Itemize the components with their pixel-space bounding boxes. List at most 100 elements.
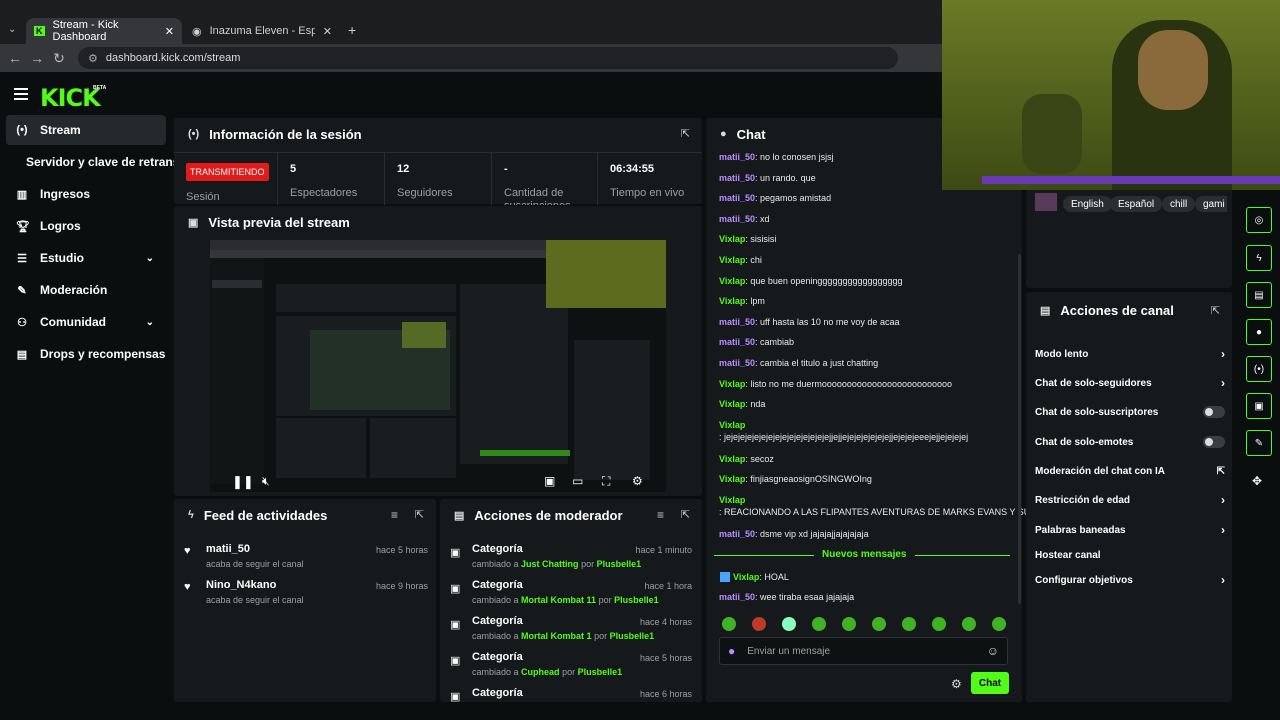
mod-action-target[interactable]: Mortal Kombat 1 xyxy=(521,631,592,641)
chat-input[interactable]: ● Enviar un mensaje ☺ xyxy=(719,637,1008,665)
url-field[interactable]: ⚙ dashboard.kick.com/stream xyxy=(78,47,898,69)
tab-search-icon[interactable]: ⌄ xyxy=(8,24,16,35)
rail-more-icon[interactable]: ✥ xyxy=(1252,474,1262,488)
close-tab-icon[interactable]: ✕ xyxy=(323,25,332,38)
rail-broadcast-icon[interactable]: (•) xyxy=(1246,356,1272,382)
back-icon[interactable]: ← xyxy=(4,50,26,66)
kick-logo[interactable]: KICK xyxy=(40,84,101,112)
mute-icon[interactable]: 🔇︎ xyxy=(262,474,270,489)
chat-username[interactable]: Vixlap xyxy=(719,234,745,244)
mod-action-user[interactable]: Plusbelle1 xyxy=(610,631,655,641)
chat-scrollbar[interactable] xyxy=(1018,254,1021,604)
emote-icon[interactable] xyxy=(782,617,796,631)
chat-username[interactable]: Vixlap xyxy=(719,379,745,389)
chat-username[interactable]: Vixlap xyxy=(733,572,759,582)
tag-chill[interactable]: chill xyxy=(1162,196,1196,212)
channel-action-9[interactable]: Configurar objetivos › xyxy=(1035,573,1225,587)
chat-username[interactable]: matii_50 xyxy=(719,358,755,368)
mod-action-user[interactable]: Plusbelle1 xyxy=(597,559,642,569)
filter-icon[interactable]: ≡ xyxy=(391,508,398,522)
fullscreen-icon[interactable]: ⛶ xyxy=(602,474,610,489)
channel-action-4[interactable]: Chat de solo-emotes xyxy=(1035,435,1225,449)
popout-icon[interactable]: ⇱ xyxy=(681,508,690,521)
hamburger-menu-icon[interactable] xyxy=(14,88,28,100)
filter-icon[interactable]: ≡ xyxy=(657,508,664,522)
tag-gaming[interactable]: gami xyxy=(1195,196,1227,212)
chat-username[interactable]: Vixlap xyxy=(719,399,745,409)
emote-icon[interactable] xyxy=(872,617,886,631)
emote-icon[interactable] xyxy=(902,617,916,631)
rail-lightning-icon[interactable]: ϟ xyxy=(1246,245,1272,271)
chat-username[interactable]: Vixlap xyxy=(719,255,745,265)
chat-username[interactable]: matii_50 xyxy=(719,337,755,347)
site-info-icon[interactable]: ⚙ xyxy=(88,52,98,65)
chat-username[interactable]: matii_50 xyxy=(719,592,755,602)
popout-icon[interactable]: ⇱ xyxy=(415,508,424,521)
channel-action-8[interactable]: Hostear canal xyxy=(1035,548,1225,562)
mod-action-user[interactable]: Plusbelle1 xyxy=(578,667,623,677)
sidebar-item-logros[interactable]: 🏆︎ Logros xyxy=(6,211,166,241)
chat-username[interactable]: Vixlap xyxy=(719,276,745,286)
mic-icon[interactable]: ● xyxy=(728,644,735,658)
chat-username[interactable]: Vixlap xyxy=(719,296,745,306)
sidebar-item-drops[interactable]: ▤ Drops y recompensas xyxy=(6,339,166,369)
sidebar-item-stream[interactable]: (•) Stream xyxy=(6,115,166,145)
mod-action-target[interactable]: Just Chatting xyxy=(521,559,579,569)
emote-icon[interactable] xyxy=(992,617,1006,631)
popout-icon[interactable]: ⇱ xyxy=(1211,304,1220,317)
chat-username[interactable]: matii_50 xyxy=(719,152,755,162)
pause-icon[interactable]: ❚❚ xyxy=(232,474,254,490)
channel-action-1[interactable]: Modo lento › xyxy=(1035,347,1225,361)
sidebar-item-server-key[interactable]: Servidor y clave de retransn xyxy=(16,147,176,177)
settings-gear-icon[interactable]: ⚙ xyxy=(632,474,643,488)
mod-action-user[interactable]: Plusbelle1 xyxy=(614,595,659,605)
chat-username[interactable]: Vixlap xyxy=(719,495,745,505)
chat-username[interactable]: Vixlap xyxy=(719,420,745,430)
tag-espanol[interactable]: Español xyxy=(1110,196,1163,212)
tab-inazuma[interactable]: ◉ Inazuma Eleven - Español (Esp ✕ xyxy=(184,18,340,44)
emote-icon[interactable] xyxy=(962,617,976,631)
rail-camera-icon[interactable]: ◎ xyxy=(1246,207,1272,233)
rail-channel-icon[interactable]: ▣ xyxy=(1246,393,1272,419)
mod-action-target[interactable]: Cuphead xyxy=(521,667,560,677)
sidebar-item-moderacion[interactable]: ✎ Moderación xyxy=(6,275,166,305)
channel-action-6[interactable]: Restricción de edad › xyxy=(1035,493,1225,507)
reload-icon[interactable]: ↻ xyxy=(48,50,70,67)
chat-username[interactable]: matii_50 xyxy=(719,529,755,539)
pip-icon[interactable]: ▣ xyxy=(544,474,555,488)
emote-icon[interactable] xyxy=(752,617,766,631)
emote-icon[interactable] xyxy=(932,617,946,631)
channel-action-5[interactable]: Moderación del chat con IA ⇱ xyxy=(1035,464,1225,478)
channel-action-7[interactable]: Palabras baneadas › xyxy=(1035,523,1225,537)
popout-icon[interactable]: ⇱ xyxy=(681,127,690,140)
emote-icon[interactable] xyxy=(842,617,856,631)
chat-username[interactable]: Vixlap xyxy=(719,454,745,464)
toggle-switch[interactable] xyxy=(1203,436,1225,448)
rail-chat-icon[interactable]: ● xyxy=(1246,319,1272,345)
forward-icon[interactable]: → xyxy=(26,50,48,66)
stream-video[interactable] xyxy=(210,240,666,492)
rail-wrench-icon[interactable]: ✎ xyxy=(1246,430,1272,456)
sidebar-item-comunidad[interactable]: ⚇ Comunidad ⌄ xyxy=(6,307,166,337)
send-chat-button[interactable]: Chat xyxy=(971,672,1009,694)
sidebar-item-ingresos[interactable]: ▥ Ingresos xyxy=(6,179,166,209)
new-tab-icon[interactable]: + xyxy=(348,22,356,38)
chat-username[interactable]: matii_50 xyxy=(719,214,755,224)
theater-icon[interactable]: ▭ xyxy=(572,474,583,488)
tab-kick-dashboard[interactable]: K Stream - Kick Dashboard ✕ xyxy=(26,18,182,44)
chat-settings-icon[interactable]: ⚙ xyxy=(951,677,962,691)
chat-username[interactable]: matii_50 xyxy=(719,317,755,327)
channel-action-2[interactable]: Chat de solo-seguidores › xyxy=(1035,376,1225,390)
rail-clipboard-icon[interactable]: ▤ xyxy=(1246,282,1272,308)
emote-icon[interactable] xyxy=(812,617,826,631)
sidebar-item-estudio[interactable]: ☰ Estudio ⌄ xyxy=(6,243,166,273)
emoji-icon[interactable]: ☺ xyxy=(987,644,999,658)
category-thumbnail[interactable] xyxy=(1035,193,1057,211)
emote-icon[interactable] xyxy=(722,617,736,631)
toggle-switch[interactable] xyxy=(1203,406,1225,418)
channel-action-3[interactable]: Chat de solo-suscriptores xyxy=(1035,405,1225,419)
chat-username[interactable]: Vixlap xyxy=(719,474,745,484)
mod-action-target[interactable]: Mortal Kombat 11 xyxy=(521,595,596,605)
tag-english[interactable]: English xyxy=(1063,196,1112,212)
close-tab-icon[interactable]: ✕ xyxy=(165,25,174,38)
